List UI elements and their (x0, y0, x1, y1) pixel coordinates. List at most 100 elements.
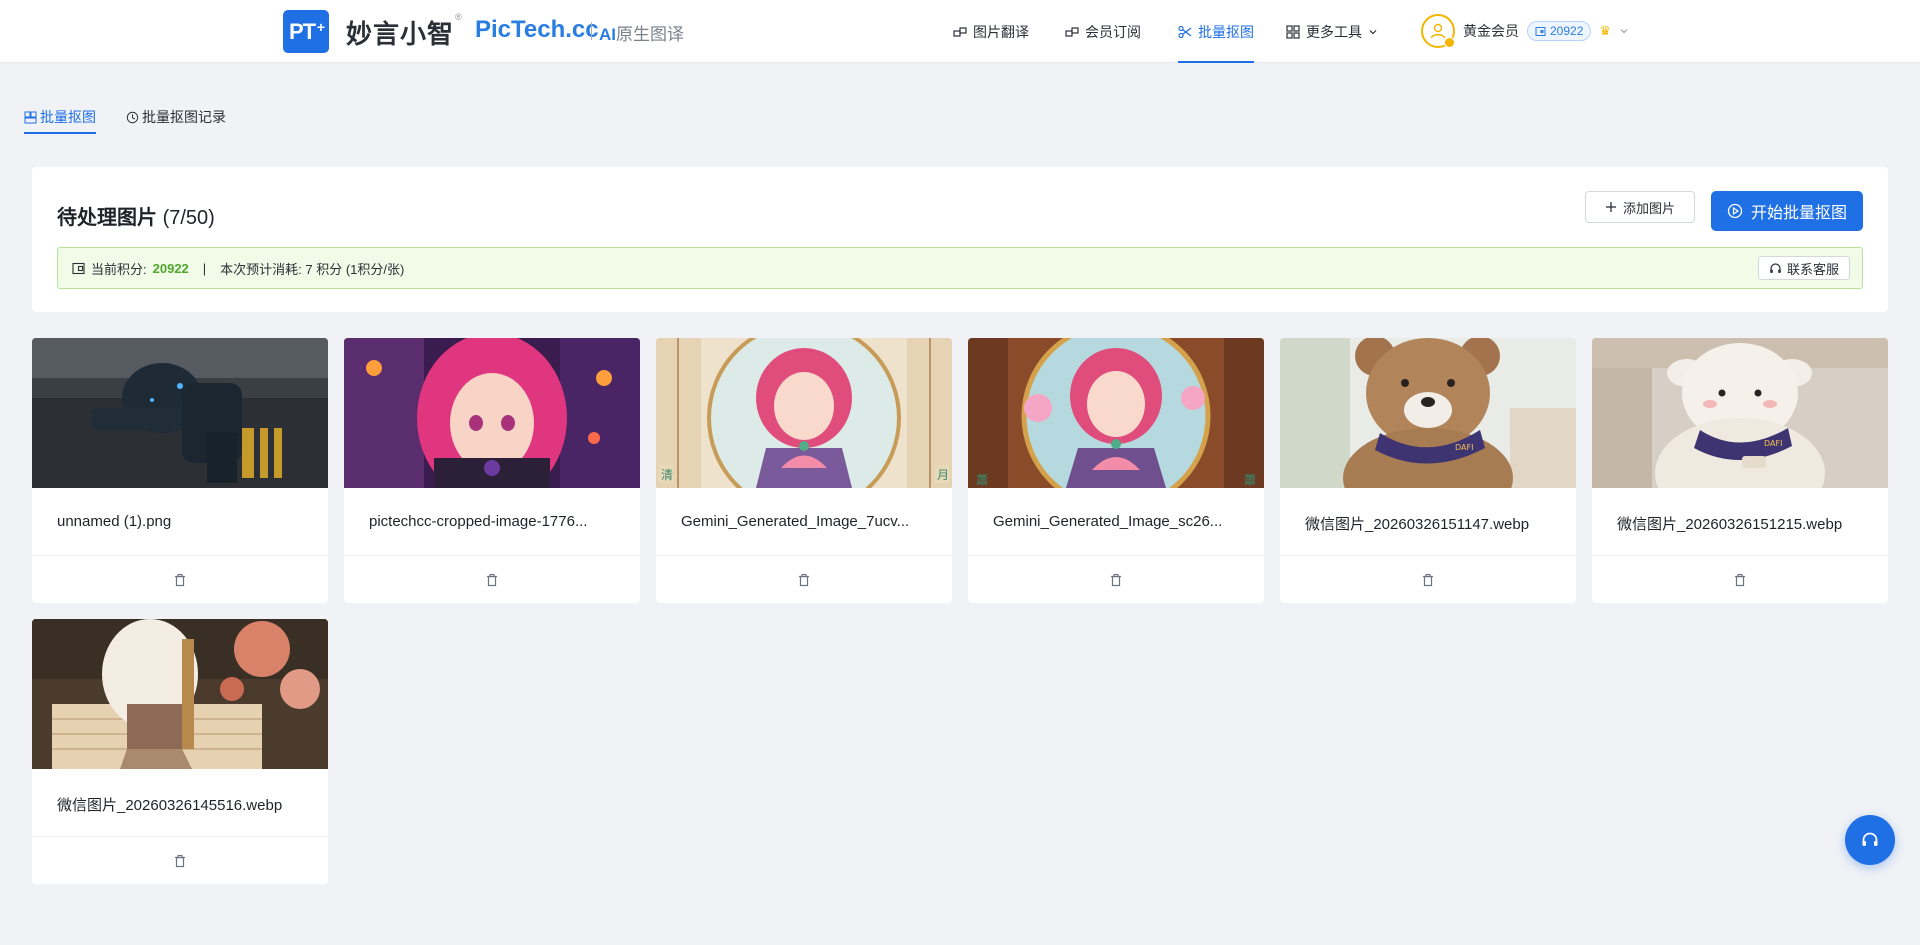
card-actions (1280, 555, 1576, 603)
points-badge: 20922 (1527, 21, 1592, 41)
add-image-button[interactable]: 添加图片 (1585, 191, 1695, 223)
brand-tagline-ai: AI (599, 25, 616, 44)
tab-label: 批量抠图记录 (142, 109, 226, 125)
points-info-bar: 当前积分: 20922 | 本次预计消耗: 7 积分 (1积分/张) 联系客服 (57, 247, 1863, 289)
image-card: pictechcc-cropped-image-1776... (344, 338, 640, 603)
nav-more-tools[interactable]: 更多工具 (1286, 0, 1378, 63)
avatar[interactable] (1421, 14, 1455, 48)
user-icon (1430, 23, 1446, 39)
panel-title-text: 待处理图片 (57, 207, 157, 229)
svg-text:清: 清 (661, 468, 673, 482)
image-thumbnail[interactable]: DAFI (1592, 338, 1888, 488)
brand-divider (591, 22, 592, 40)
stack-icon (24, 111, 37, 123)
brand-name-cn: 妙言小智 (346, 19, 455, 49)
card-actions (32, 836, 328, 884)
image-filename: 微信图片_20260326151215.webp (1617, 516, 1843, 533)
tab-label: 批量抠图 (40, 109, 96, 125)
image-thumbnail[interactable]: 蕭 蕭 (968, 338, 1264, 488)
panel-title: 待处理图片 (7/50) (57, 201, 215, 230)
contact-support-label: 联系客服 (1786, 261, 1839, 277)
membership-level: 黄金会员 (1463, 23, 1519, 39)
logo-text: PT (289, 19, 316, 44)
nav-label: 图片翻译 (973, 23, 1029, 40)
start-batch-cutout-label: 开始批量抠图 (1750, 205, 1847, 222)
delete-icon[interactable] (173, 854, 187, 868)
points-value: 20922 (1550, 24, 1584, 38)
contact-support-button[interactable]: 联系客服 (1757, 256, 1850, 280)
image-card: 微信图片_20260326145516.webp (32, 619, 328, 884)
wallet-icon (1535, 26, 1546, 36)
scissors-icon (1178, 25, 1192, 38)
card-actions (344, 555, 640, 603)
brand-tagline: AI原生图译 (599, 20, 684, 45)
registered-mark: ® (455, 12, 462, 22)
image-filename: unnamed (1).png (57, 513, 172, 530)
logo-plus: + (316, 19, 325, 35)
top-header: PT + 妙言小智 ® PicTech.cc AI原生图译 图片翻译 会员订阅 … (0, 0, 1920, 63)
nav-membership[interactable]: 会员订阅 (1065, 0, 1141, 63)
nav-label: 更多工具 (1306, 23, 1362, 40)
link-icon (1065, 26, 1079, 37)
delete-icon[interactable] (1109, 573, 1123, 587)
wallet-icon (72, 262, 85, 274)
chevron-down-icon (1620, 29, 1628, 34)
svg-text:蕭: 蕭 (1244, 473, 1256, 487)
crown-icon: ♛ (1599, 23, 1612, 38)
nav-label: 会员订阅 (1085, 23, 1141, 40)
logo[interactable]: PT + (283, 10, 329, 53)
add-image-label: 添加图片 (1622, 200, 1675, 216)
image-thumbnail[interactable]: 清 月 (656, 338, 952, 488)
image-thumbnail[interactable]: DAFI (1280, 338, 1576, 488)
brand-tagline-text: 原生图译 (616, 25, 684, 44)
image-thumbnail[interactable] (32, 619, 328, 769)
estimated-cost: 本次预计消耗: 7 积分 (1积分/张) (220, 261, 405, 277)
image-card: 蕭 蕭 Gemini_Generated_Image_sc26... (968, 338, 1264, 603)
image-count: (7/50) (162, 207, 215, 229)
image-filename: pictechcc-cropped-image-1776... (369, 513, 588, 530)
image-filename: Gemini_Generated_Image_sc26... (993, 513, 1223, 530)
play-circle-icon (1727, 203, 1743, 219)
info-separator: | (202, 260, 207, 276)
headset-icon (1862, 832, 1878, 846)
card-actions (1592, 555, 1888, 603)
image-card: DAFI 微信图片_20260326151147.webp (1280, 338, 1576, 603)
card-actions (32, 555, 328, 603)
vip-badge-icon (1444, 37, 1455, 48)
image-thumbnail[interactable] (32, 338, 328, 488)
svg-text:蕭: 蕭 (976, 473, 988, 487)
floating-support-button[interactable] (1845, 815, 1895, 865)
delete-icon[interactable] (1733, 573, 1747, 587)
image-card: 清 月 Gemini_Generated_Image_7ucv... (656, 338, 952, 603)
image-filename: Gemini_Generated_Image_7ucv... (681, 513, 910, 530)
user-menu[interactable]: 黄金会员 20922 ♛ (1421, 13, 1629, 49)
nav-image-translate[interactable]: 图片翻译 (953, 0, 1029, 63)
nav-batch-cutout[interactable]: 批量抠图 (1178, 0, 1254, 63)
svg-text:DAFI: DAFI (1455, 443, 1473, 452)
image-filename: 微信图片_20260326151147.webp (1305, 516, 1530, 533)
delete-icon[interactable] (485, 573, 499, 587)
start-batch-cutout-button[interactable]: 开始批量抠图 (1711, 191, 1863, 231)
delete-icon[interactable] (173, 573, 187, 587)
card-actions (968, 555, 1264, 603)
svg-text:DAFI: DAFI (1764, 439, 1782, 448)
headset-icon (1770, 262, 1781, 273)
image-thumbnail[interactable] (344, 338, 640, 488)
image-filename: 微信图片_20260326145516.webp (57, 797, 283, 814)
tab-batch-cutout[interactable]: 批量抠图 (24, 100, 96, 134)
clock-icon (126, 111, 139, 123)
nav-label: 批量抠图 (1198, 23, 1254, 40)
current-points-value: 20922 (152, 260, 189, 276)
image-card: unnamed (1).png (32, 338, 328, 603)
delete-icon[interactable] (797, 573, 811, 587)
current-points-label: 当前积分: (91, 261, 147, 277)
delete-icon[interactable] (1421, 573, 1435, 587)
plus-icon (1605, 202, 1616, 212)
brand-name-en: PicTech.cc (475, 16, 599, 43)
pending-images-panel: 待处理图片 (7/50) 添加图片 开始批量抠图 当前积分: 20922 | 本… (32, 167, 1888, 312)
image-card: DAFI 微信图片_20260326151215.webp (1592, 338, 1888, 603)
tab-batch-cutout-history[interactable]: 批量抠图记录 (126, 100, 226, 134)
grid-icon (1286, 24, 1300, 39)
link-icon (953, 26, 967, 37)
card-actions (656, 555, 952, 603)
